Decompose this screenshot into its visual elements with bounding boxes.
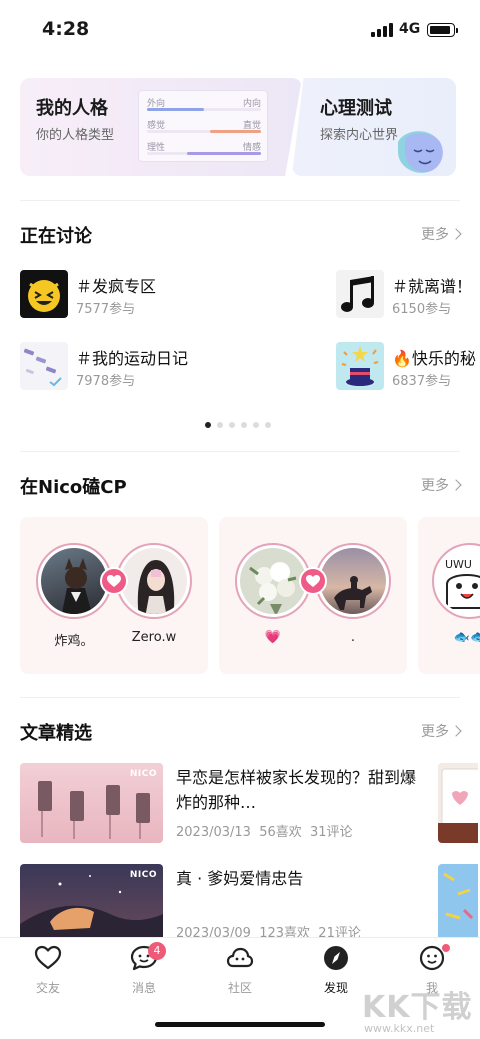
- persona-row-bar: [209, 130, 261, 133]
- cp-left-name: 🐟🐟: [453, 630, 480, 645]
- article-comments: 31评论: [310, 825, 353, 840]
- topic-name: ＃发疯专区: [76, 277, 157, 296]
- persona-subtitle: 你的人格类型: [36, 128, 115, 143]
- heart-icon: [34, 945, 62, 970]
- page-dot[interactable]: [217, 422, 223, 428]
- persona-row: 感觉 直觉: [147, 117, 261, 135]
- tab-friends[interactable]: 交友: [18, 944, 78, 996]
- cloud-face-icon: [226, 947, 254, 968]
- articles-more-link[interactable]: 更多: [421, 721, 462, 741]
- magic-hat-thumb: [336, 342, 384, 390]
- psych-subtitle: 探索内心世界: [320, 128, 399, 143]
- cp-card[interactable]: UWU 🐟🐟: [418, 517, 480, 674]
- topic-count: 7978参与: [76, 374, 136, 389]
- cp-title: 在Nico磕CP: [20, 477, 127, 498]
- status-bar: 4:28 4G: [0, 0, 480, 60]
- tab-label: 消息: [131, 981, 156, 995]
- mask-icon: [398, 131, 443, 173]
- network-type: 4G: [399, 21, 421, 37]
- psych-title: 心理测试: [320, 98, 392, 119]
- cp-card[interactable]: 炸鸡。 Zero.w: [20, 517, 208, 674]
- divider: [20, 200, 460, 201]
- chevron-right-icon: [450, 228, 462, 240]
- status-time: 4:28: [42, 18, 90, 40]
- chevron-right-icon: [450, 725, 462, 737]
- signal-icon: [371, 23, 393, 37]
- article-image: NICO: [20, 864, 163, 944]
- avatar: UWU: [432, 543, 480, 619]
- watermark-logo: KK下载: [362, 990, 473, 1025]
- topic-item[interactable]: ＃就离谱！ 6150参与: [336, 270, 480, 320]
- heart-icon: [100, 567, 128, 595]
- article-title: 真 · 爹妈爱情忠告: [176, 869, 304, 888]
- persona-row-bar: [186, 152, 261, 155]
- crazy-emoji-icon: [20, 270, 68, 318]
- cp-right-name: .: [350, 630, 356, 645]
- article-likes: 56喜欢: [259, 825, 302, 840]
- topic-item[interactable]: ＃我的运动日记 7978参与: [20, 342, 320, 392]
- page-dot[interactable]: [253, 422, 259, 428]
- tab-community[interactable]: 社区: [210, 944, 270, 996]
- persona-row-bar: [147, 108, 204, 111]
- article-next-thumb: [438, 864, 478, 944]
- cp-card[interactable]: 💗 .: [219, 517, 407, 674]
- page-dot[interactable]: [265, 422, 271, 428]
- article-image: NICO: [20, 763, 163, 843]
- watermark-url: www.kkx.net: [364, 1022, 435, 1035]
- article-item[interactable]: NICO 真 · 爹妈爱情忠告 2023/03/09 123喜欢 21评论: [20, 864, 478, 944]
- topic-name: 🔥快乐的秘: [392, 349, 476, 368]
- topic-name: ＃就离谱！: [392, 277, 473, 296]
- article-meta: 2023/03/13 56喜欢 31评论: [176, 821, 353, 840]
- tab-label: 交友: [35, 981, 60, 995]
- my-persona-card[interactable]: 我的人格 你的人格类型 外向 内向 感觉 直觉 理性 情感: [20, 78, 302, 176]
- sport-diary-thumb: [20, 342, 68, 390]
- svg-text:UWU: UWU: [445, 558, 472, 571]
- persona-row: 外向 内向: [147, 95, 261, 113]
- cp-left-name: 炸鸡。: [54, 634, 94, 649]
- more-label: 更多: [421, 478, 449, 494]
- discussion-title: 正在讨论: [20, 226, 92, 247]
- discussion-more-link[interactable]: 更多: [421, 224, 462, 244]
- psych-test-card[interactable]: 心理测试 探索内心世界: [292, 78, 456, 176]
- cp-more-link[interactable]: 更多: [421, 475, 462, 495]
- topic-count: 6150参与: [392, 302, 452, 317]
- more-label: 更多: [421, 724, 449, 740]
- home-indicator: [155, 1022, 325, 1027]
- music-note-icon: [336, 270, 384, 318]
- persona-title: 我的人格: [36, 98, 108, 119]
- tab-messages[interactable]: 4 消息: [114, 942, 174, 996]
- divider: [20, 451, 460, 452]
- persona-chart: 外向 内向 感觉 直觉 理性 情感: [138, 90, 268, 162]
- divider: [20, 697, 460, 698]
- more-label: 更多: [421, 227, 449, 243]
- cp-left-name: 💗: [264, 630, 282, 645]
- unread-badge: 4: [148, 942, 166, 960]
- topic-name: ＃我的运动日记: [76, 349, 189, 368]
- notification-dot: [442, 944, 450, 952]
- topic-count: 7577参与: [76, 302, 136, 317]
- article-title: 早恋是怎样被家长发现的？甜到爆炸的那种…: [176, 768, 417, 812]
- article-next-thumb: [438, 763, 478, 843]
- nico-tag: NICO: [129, 870, 157, 880]
- page-dot[interactable]: [229, 422, 235, 428]
- tab-label: 社区: [227, 981, 252, 995]
- battery-icon: [427, 23, 458, 37]
- page-dot[interactable]: [205, 422, 211, 428]
- topic-item[interactable]: 🔥快乐的秘 6837参与: [336, 342, 480, 392]
- cp-right-name: Zero.w: [131, 630, 177, 645]
- page-dot[interactable]: [241, 422, 247, 428]
- article-date: 2023/03/13: [176, 825, 251, 840]
- article-item[interactable]: NICO 早恋是怎样被家长发现的？甜到爆炸的那种… 2023/03/13 56喜…: [20, 763, 478, 845]
- topic-item[interactable]: ＃发疯专区 7577参与: [20, 270, 320, 320]
- persona-row: 理性 情感: [147, 139, 261, 157]
- chevron-right-icon: [450, 479, 462, 491]
- pagination-dots: [205, 422, 271, 428]
- heart-icon: [299, 567, 327, 595]
- articles-title: 文章精选: [20, 723, 92, 744]
- compass-icon: [324, 946, 348, 970]
- tab-discover[interactable]: 发现: [306, 944, 366, 996]
- topic-count: 6837参与: [392, 374, 452, 389]
- tab-label: 发现: [323, 981, 348, 995]
- nico-tag: NICO: [129, 769, 157, 779]
